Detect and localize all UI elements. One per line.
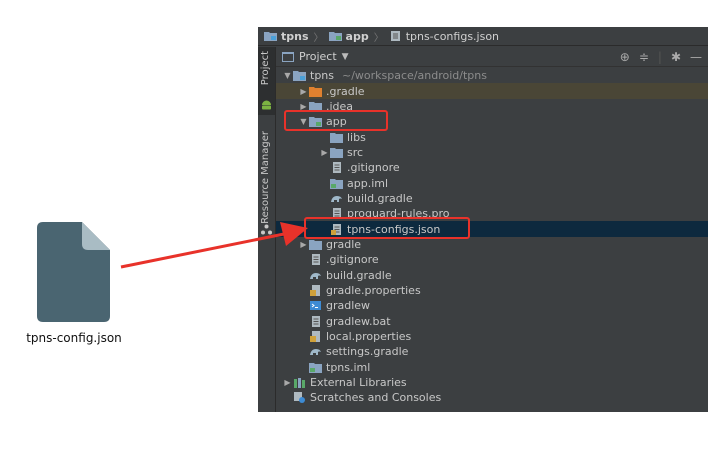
text-file-icon bbox=[330, 162, 347, 174]
tree-item-label: settings.gradle bbox=[326, 345, 409, 359]
properties-file-icon bbox=[309, 284, 326, 296]
scratches-icon bbox=[293, 392, 310, 404]
tree-item-scratches-and-consoles[interactable]: Scratches and Consoles bbox=[276, 390, 708, 405]
app-highlight-box bbox=[284, 110, 388, 131]
project-folder-icon bbox=[293, 70, 310, 82]
gear-icon[interactable]: ✱ bbox=[671, 50, 681, 64]
collapse-all-icon[interactable]: ≑ bbox=[639, 50, 649, 64]
breadcrumb-label: tpns-configs.json bbox=[405, 29, 500, 43]
tree-item-libs[interactable]: libs bbox=[276, 129, 708, 144]
tree-item-label: .gradle bbox=[326, 84, 365, 98]
side-tab-resource-label: Resource Manager bbox=[260, 131, 271, 224]
tree-item-label: gradle bbox=[326, 237, 362, 251]
structure-icon[interactable] bbox=[261, 224, 272, 235]
tree-item-label: gradle.properties bbox=[326, 283, 421, 297]
expand-arrow-right-icon[interactable]: ▶ bbox=[282, 378, 293, 387]
tree-item-label: local.properties bbox=[326, 330, 412, 344]
breadcrumb-item-app[interactable]: app bbox=[328, 29, 369, 43]
divider: | bbox=[657, 50, 662, 64]
tree-item-tpns[interactable]: ▼ tpns ~/workspace/android/tpns bbox=[276, 68, 708, 83]
tree-item-label: gradlew.bat bbox=[326, 314, 391, 328]
tree-item-settings-gradle[interactable]: settings.gradle bbox=[276, 344, 708, 359]
side-tab-resource-manager[interactable]: Resource Manager bbox=[258, 127, 275, 227]
breadcrumb-item-json[interactable]: tpns-configs.json bbox=[389, 30, 499, 43]
tree-item-gradlew-bat[interactable]: gradlew.bat bbox=[276, 314, 708, 329]
tree-item-local-properties[interactable]: local.properties bbox=[276, 329, 708, 344]
gradle-elephant-icon bbox=[309, 346, 326, 357]
tree-item-label: tpns.iml bbox=[326, 360, 371, 374]
tree-item-label: .gitignore bbox=[326, 253, 379, 267]
project-folder-icon bbox=[264, 32, 277, 41]
minimize-icon[interactable]: — bbox=[690, 50, 702, 64]
tree-item-label: src bbox=[347, 145, 364, 159]
tree-item-label: gradlew bbox=[326, 299, 371, 313]
tree-item-gitignore[interactable]: .gitignore bbox=[276, 252, 708, 267]
tree-item-gradlew[interactable]: gradlew bbox=[276, 298, 708, 313]
tree-item-src[interactable]: ▶ src bbox=[276, 145, 708, 160]
module-folder-icon bbox=[328, 32, 342, 41]
gradle-elephant-icon bbox=[330, 193, 347, 204]
side-tool-strip: Project Resource Manager bbox=[258, 47, 276, 412]
folder-icon bbox=[309, 86, 326, 97]
tree-item-label: build.gradle bbox=[326, 268, 392, 282]
file-caption: tpns-config.json bbox=[26, 331, 122, 345]
breadcrumb-label: app bbox=[345, 29, 369, 43]
config-file-icon bbox=[37, 222, 110, 322]
json-file-icon bbox=[390, 31, 400, 41]
project-view-selector[interactable]: Project bbox=[299, 50, 337, 63]
chevron-right-icon: 〉 bbox=[313, 32, 324, 44]
text-file-icon bbox=[309, 315, 326, 327]
iml-file-icon bbox=[309, 362, 326, 373]
folder-icon bbox=[309, 239, 326, 250]
expand-arrow-down-icon[interactable]: ▼ bbox=[282, 71, 293, 80]
iml-file-icon bbox=[330, 178, 347, 189]
tree-item-gradle[interactable]: ▶ .gradle bbox=[276, 83, 708, 99]
json-highlight-box bbox=[304, 217, 470, 239]
properties-file-icon bbox=[309, 331, 326, 343]
expand-arrow-right-icon[interactable]: ▶ bbox=[298, 240, 309, 249]
breadcrumb-item-tpns[interactable]: tpns bbox=[264, 30, 309, 43]
tree-item-label: External Libraries bbox=[310, 376, 407, 390]
tree-item-tpns-iml[interactable]: tpns.iml bbox=[276, 360, 708, 375]
gradle-elephant-icon bbox=[309, 270, 326, 281]
side-tab-project-label: Project bbox=[260, 51, 271, 86]
text-file-icon bbox=[309, 254, 326, 266]
project-panel-header: Project ▼ ⊕ ≑ | ✱ — bbox=[276, 47, 708, 67]
tree-item-label: .gitignore bbox=[347, 161, 400, 175]
project-path: ~/workspace/android/tpns bbox=[342, 69, 487, 83]
tree-item-label: build.gradle bbox=[347, 191, 413, 205]
side-tab-project[interactable]: Project bbox=[258, 47, 275, 115]
tree-item-label: Scratches and Consoles bbox=[310, 391, 442, 405]
chevron-right-icon: 〉 bbox=[373, 32, 384, 44]
tree-item-gradle[interactable]: ▶ gradle bbox=[276, 237, 708, 252]
expand-arrow-right-icon[interactable]: ▶ bbox=[319, 148, 330, 157]
folder-icon bbox=[330, 147, 347, 158]
tree-item-app-iml[interactable]: app.iml bbox=[276, 175, 708, 190]
chevron-down-icon[interactable]: ▼ bbox=[342, 52, 349, 62]
folder-icon bbox=[330, 132, 347, 143]
tree-item-build-gradle[interactable]: build.gradle bbox=[276, 267, 708, 282]
libraries-icon bbox=[293, 377, 310, 389]
tree-item-gradle-properties[interactable]: gradle.properties bbox=[276, 283, 708, 298]
tree-item-label: tpns bbox=[310, 69, 334, 83]
android-icon bbox=[262, 100, 271, 110]
tree-item-gitignore[interactable]: .gitignore bbox=[276, 160, 708, 175]
project-view-icon bbox=[282, 51, 294, 62]
tree-item-label: libs bbox=[347, 130, 366, 144]
locate-icon[interactable]: ⊕ bbox=[620, 50, 630, 64]
breadcrumb: tpns 〉 app 〉 tpns-configs.json bbox=[258, 27, 708, 46]
breadcrumb-label: tpns bbox=[281, 29, 309, 43]
tree-item-external-libraries[interactable]: ▶ External Libraries bbox=[276, 375, 708, 390]
tree-item-label: app.iml bbox=[347, 176, 389, 190]
expand-arrow-right-icon[interactable]: ▶ bbox=[298, 87, 309, 96]
tree-item-build-gradle[interactable]: build.gradle bbox=[276, 191, 708, 206]
shell-script-icon bbox=[309, 300, 326, 311]
